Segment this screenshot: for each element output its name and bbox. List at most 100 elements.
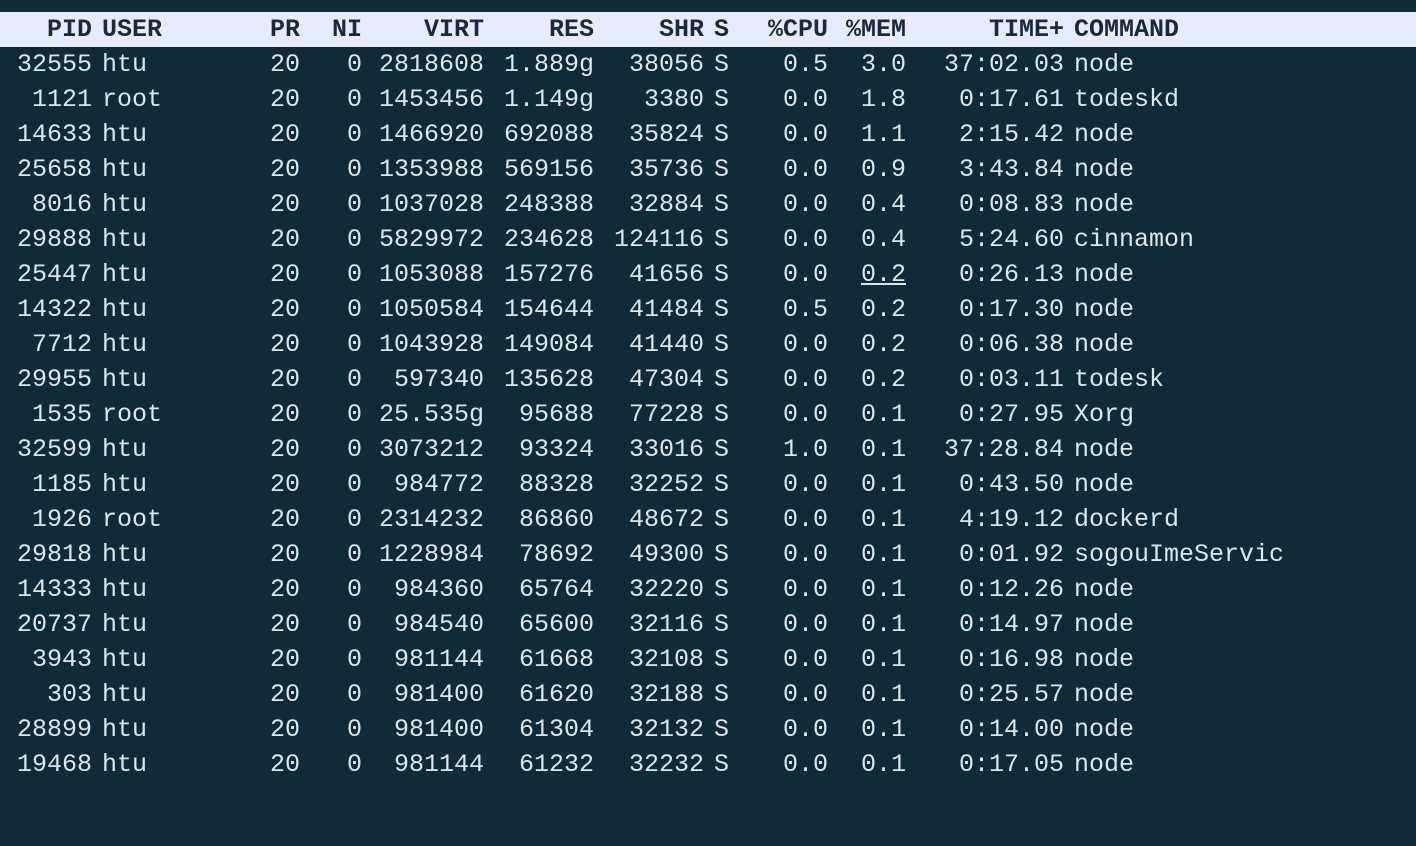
table-row[interactable]: 32555htu20028186081.889g38056S0.53.037:0… <box>0 47 1416 82</box>
cell-s: S <box>704 572 736 607</box>
header-pid[interactable]: PID <box>0 12 92 47</box>
cell-shr: 32220 <box>594 572 704 607</box>
cell-s: S <box>704 712 736 747</box>
header-shr[interactable]: SHR <box>594 12 704 47</box>
header-res[interactable]: RES <box>484 12 594 47</box>
table-row[interactable]: 1121root20014534561.149g3380S0.01.80:17.… <box>0 82 1416 117</box>
cell-command: sogouImeServic <box>1064 537 1416 572</box>
header-virt[interactable]: VIRT <box>362 12 484 47</box>
cell-shr: 32108 <box>594 642 704 677</box>
table-header-row[interactable]: PID USER PR NI VIRT RES SHR S %CPU %MEM … <box>0 12 1416 47</box>
cell-virt: 597340 <box>362 362 484 397</box>
process-table[interactable]: PID USER PR NI VIRT RES SHR S %CPU %MEM … <box>0 12 1416 782</box>
cell-user: htu <box>92 257 252 292</box>
cell-ni: 0 <box>300 82 362 117</box>
cell-res: 1.889g <box>484 47 594 82</box>
cell-time: 0:25.57 <box>906 677 1064 712</box>
cell-shr: 32132 <box>594 712 704 747</box>
table-row[interactable]: 14322htu200105058415464441484S0.50.20:17… <box>0 292 1416 327</box>
cell-command: node <box>1064 327 1416 362</box>
cell-pr: 20 <box>252 397 300 432</box>
cell-user: root <box>92 502 252 537</box>
cell-time: 0:17.05 <box>906 747 1064 782</box>
table-row[interactable]: 14333htu2009843606576432220S0.00.10:12.2… <box>0 572 1416 607</box>
cell-user: htu <box>92 537 252 572</box>
cell-ni: 0 <box>300 572 362 607</box>
cell-res: 1.149g <box>484 82 594 117</box>
cell-command: node <box>1064 187 1416 222</box>
table-row[interactable]: 19468htu2009811446123232232S0.00.10:17.0… <box>0 747 1416 782</box>
header-user[interactable]: USER <box>92 12 252 47</box>
header-pr[interactable]: PR <box>252 12 300 47</box>
table-row[interactable]: 1535root20025.535g9568877228S0.00.10:27.… <box>0 397 1416 432</box>
cell-mem: 0.1 <box>828 607 906 642</box>
cell-res: 61232 <box>484 747 594 782</box>
cell-ni: 0 <box>300 712 362 747</box>
cell-mem: 0.1 <box>828 642 906 677</box>
cell-s: S <box>704 82 736 117</box>
table-row[interactable]: 28899htu2009814006130432132S0.00.10:14.0… <box>0 712 1416 747</box>
cell-pid: 1535 <box>0 397 92 432</box>
table-row[interactable]: 32599htu20030732129332433016S1.00.137:28… <box>0 432 1416 467</box>
cell-s: S <box>704 397 736 432</box>
table-row[interactable]: 14633htu200146692069208835824S0.01.12:15… <box>0 117 1416 152</box>
table-row[interactable]: 303htu2009814006162032188S0.00.10:25.57n… <box>0 677 1416 712</box>
cell-cpu: 0.5 <box>736 292 828 327</box>
cell-s: S <box>704 152 736 187</box>
header-mem[interactable]: %MEM <box>828 12 906 47</box>
table-row[interactable]: 20737htu2009845406560032116S0.00.10:14.9… <box>0 607 1416 642</box>
cell-ni: 0 <box>300 327 362 362</box>
cell-s: S <box>704 537 736 572</box>
cell-ni: 0 <box>300 257 362 292</box>
cell-pid: 14322 <box>0 292 92 327</box>
cell-ni: 0 <box>300 397 362 432</box>
cell-shr: 32188 <box>594 677 704 712</box>
cell-res: 93324 <box>484 432 594 467</box>
cell-time: 37:02.03 <box>906 47 1064 82</box>
cell-user: htu <box>92 607 252 642</box>
table-row[interactable]: 25447htu200105308815727641656S0.00.20:26… <box>0 257 1416 292</box>
table-row[interactable]: 1185htu2009847728832832252S0.00.10:43.50… <box>0 467 1416 502</box>
table-row[interactable]: 8016htu200103702824838832884S0.00.40:08.… <box>0 187 1416 222</box>
cell-user: htu <box>92 677 252 712</box>
cell-pid: 8016 <box>0 187 92 222</box>
table-row[interactable]: 1926root20023142328686048672S0.00.14:19.… <box>0 502 1416 537</box>
cell-command: node <box>1064 712 1416 747</box>
cell-command: node <box>1064 257 1416 292</box>
cell-s: S <box>704 607 736 642</box>
cell-time: 0:43.50 <box>906 467 1064 502</box>
cell-command: Xorg <box>1064 397 1416 432</box>
cell-shr: 32232 <box>594 747 704 782</box>
cell-pid: 3943 <box>0 642 92 677</box>
table-row[interactable]: 29955htu20059734013562847304S0.00.20:03.… <box>0 362 1416 397</box>
cell-pid: 303 <box>0 677 92 712</box>
cell-pid: 29955 <box>0 362 92 397</box>
cell-virt: 1466920 <box>362 117 484 152</box>
table-row[interactable]: 29818htu20012289847869249300S0.00.10:01.… <box>0 537 1416 572</box>
table-row[interactable]: 7712htu200104392814908441440S0.00.20:06.… <box>0 327 1416 362</box>
cell-cpu: 0.0 <box>736 397 828 432</box>
cell-cpu: 0.0 <box>736 257 828 292</box>
header-cpu[interactable]: %CPU <box>736 12 828 47</box>
cell-user: htu <box>92 712 252 747</box>
header-command[interactable]: COMMAND <box>1064 12 1416 47</box>
cell-command: node <box>1064 152 1416 187</box>
cell-res: 61304 <box>484 712 594 747</box>
cell-mem: 0.1 <box>828 747 906 782</box>
cell-time: 0:16.98 <box>906 642 1064 677</box>
header-time[interactable]: TIME+ <box>906 12 1064 47</box>
table-row[interactable]: 29888htu2005829972234628124116S0.00.45:2… <box>0 222 1416 257</box>
cell-pr: 20 <box>252 712 300 747</box>
cell-virt: 1353988 <box>362 152 484 187</box>
cell-command: node <box>1064 677 1416 712</box>
cell-virt: 1228984 <box>362 537 484 572</box>
cell-user: htu <box>92 327 252 362</box>
table-row[interactable]: 3943htu2009811446166832108S0.00.10:16.98… <box>0 642 1416 677</box>
table-body: 32555htu20028186081.889g38056S0.53.037:0… <box>0 47 1416 782</box>
header-ni[interactable]: NI <box>300 12 362 47</box>
header-s[interactable]: S <box>704 12 736 47</box>
cell-virt: 981400 <box>362 677 484 712</box>
cell-cpu: 0.0 <box>736 677 828 712</box>
table-row[interactable]: 25658htu200135398856915635736S0.00.93:43… <box>0 152 1416 187</box>
cell-res: 149084 <box>484 327 594 362</box>
